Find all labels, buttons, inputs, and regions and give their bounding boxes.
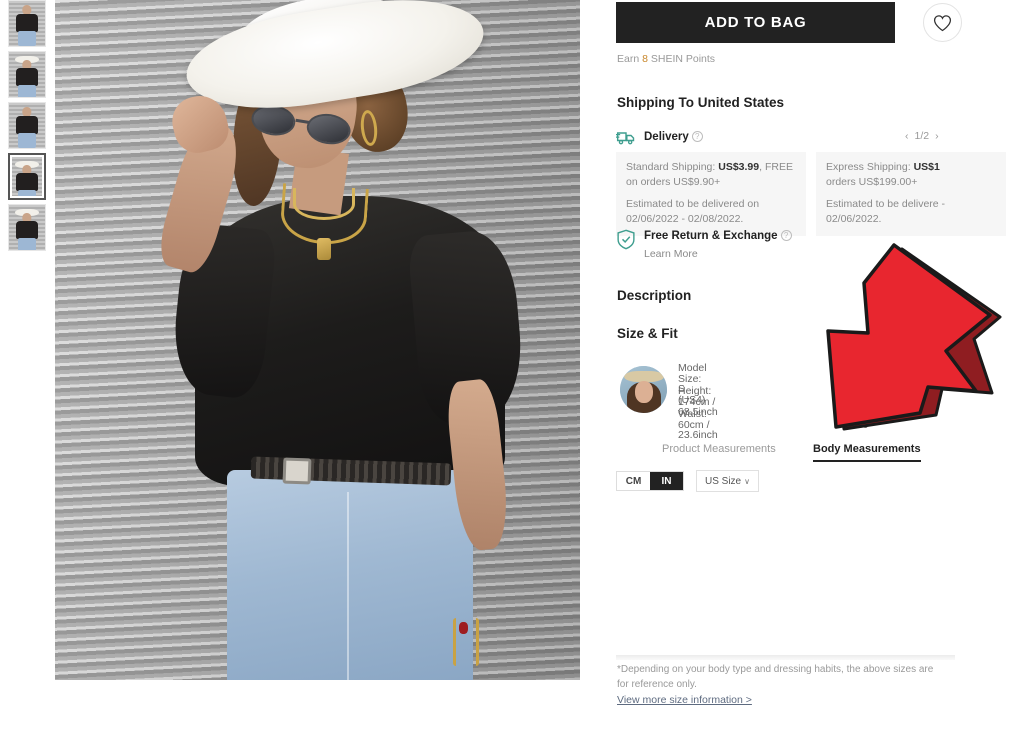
model-hips: Hips: 88c [851,408,875,431]
size-system-label: US Size [705,475,742,487]
description-heading[interactable]: Description [617,288,691,303]
pager-prev[interactable]: ‹ [905,130,909,142]
size-fit-heading: Size & Fit [617,326,678,341]
wishlist-button[interactable] [923,3,962,42]
measurement-tabs: Product Measurements Body Measurements [616,440,976,464]
model-figure [55,0,580,680]
shipping-card-standard: Standard Shipping: US$3.99, FREE on orde… [616,152,806,236]
model-waist: Waist: 60cm / 23.6inch [678,408,718,441]
product-detail-page: ADD TO BAG Earn 8 SHEIN Points Shipping … [0,0,1024,731]
tab-body-measurements[interactable]: Body Measurements [813,443,921,462]
chevron-down-icon: ∨ [744,476,750,486]
view-more-size-info-link[interactable]: View more size information > [617,694,752,706]
thumbnail-1[interactable] [8,0,46,47]
size-table-container: Size US Bust Waist Size Hip Size XS 2 32… [616,501,955,653]
points-suffix: SHEIN Points [647,53,716,65]
pager-next[interactable]: › [935,130,939,142]
delivery-truck-icon [616,130,636,151]
question-mark-icon[interactable]: ? [691,131,703,142]
purchase-row: ADD TO BAG [616,2,961,43]
thumbnail-3[interactable] [8,102,46,149]
tab-product-measurements[interactable]: Product Measurements [662,443,776,460]
express-estimate: Estimated to be delivere - 02/06/2022. [826,197,946,225]
shield-check-icon [616,229,636,255]
question-mark-icon-return[interactable]: ? [780,230,792,241]
unit-toggle: CM IN [616,471,684,491]
size-system-select[interactable]: US Size ∨ [696,470,759,492]
pager-current: 1/2 [914,130,930,142]
size-footnote: *Depending on your body type and dressin… [617,664,934,690]
model-bust: Bust: 84 [851,385,875,408]
express-title: Express Shipping: US$1 orders US$199.00+ [826,161,940,188]
thumbnail-rail [8,0,48,260]
delivery-label: Delivery? [644,131,703,143]
standard-price: US$3.99 [718,161,760,173]
standard-estimate: Estimated to be delivered on 02/06/2022 … [626,197,760,225]
shipping-card-express: Express Shipping: US$1 orders US$199.00+ … [816,152,1006,236]
express-price: US$1 [913,161,940,173]
standard-title: Standard Shipping: US$3.99, FREE on orde… [626,161,793,188]
unit-in[interactable]: IN [650,472,683,490]
shipping-heading: Shipping To United States [617,95,784,110]
delivery-pager: ‹ 1/2 › [905,130,939,142]
main-product-image[interactable] [55,0,580,680]
free-return-label: Free Return & Exchange? [644,230,792,242]
product-info-panel: ADD TO BAG Earn 8 SHEIN Points Shipping … [616,0,1024,731]
unit-cm[interactable]: CM [617,472,650,490]
unit-controls: CM IN US Size ∨ [616,470,759,492]
heart-icon [933,14,952,31]
add-to-bag-button[interactable]: ADD TO BAG [616,2,895,43]
model-avatar [620,366,667,413]
shein-points: Earn 8 SHEIN Points [617,53,715,65]
points-prefix: Earn [617,53,643,65]
table-bottom-edge [616,655,955,660]
learn-more-link[interactable]: Learn More [644,248,698,260]
thumbnail-2[interactable] [8,51,46,98]
shipping-cards: Standard Shipping: US$3.99, FREE on orde… [616,152,1006,236]
thumbnail-5[interactable] [8,204,46,251]
thumbnail-4[interactable] [8,153,46,200]
